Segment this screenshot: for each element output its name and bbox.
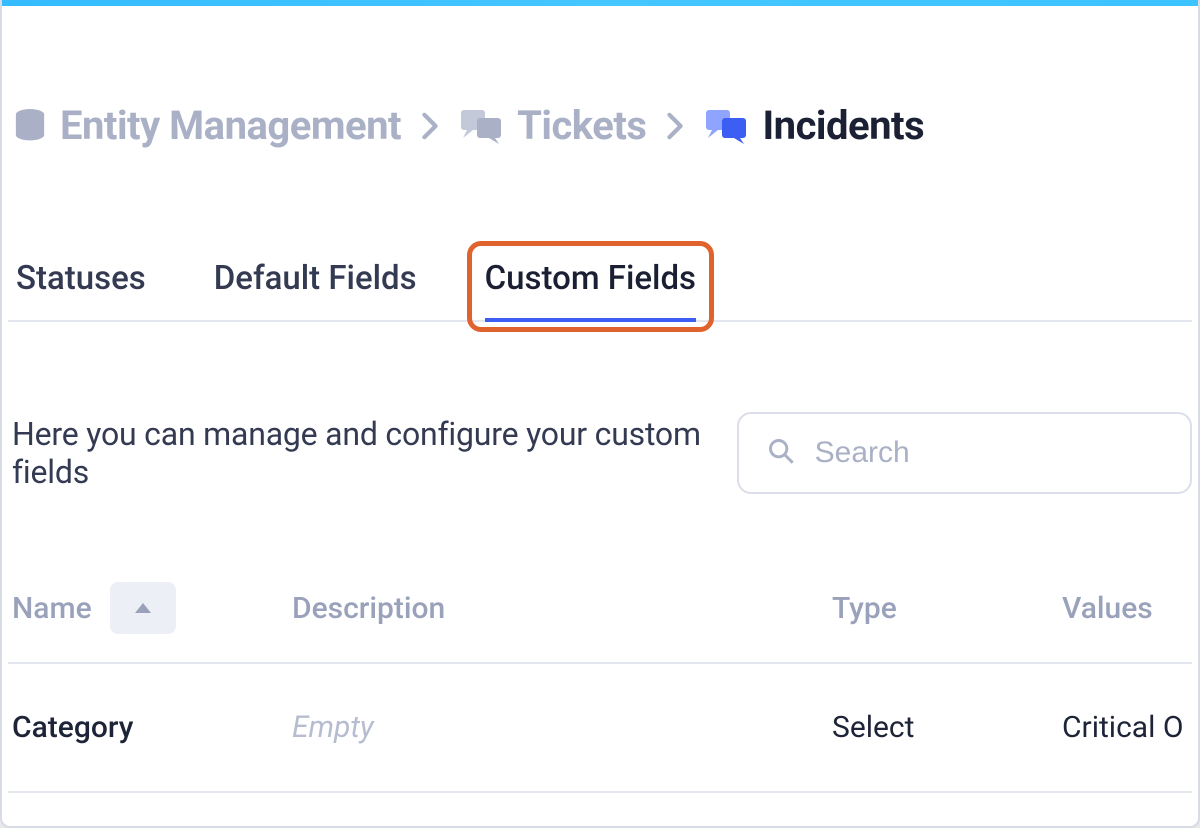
breadcrumb-label: Tickets <box>517 102 646 149</box>
breadcrumb: Entity Management Tickets <box>8 6 1192 149</box>
table-row[interactable]: Notes Empty Description N/A <box>8 791 1192 828</box>
page-content: Entity Management Tickets <box>2 6 1198 828</box>
column-header-label: Values <box>1062 591 1153 626</box>
column-header-label: Description <box>292 591 445 626</box>
breadcrumb-entity-management[interactable]: Entity Management <box>14 102 401 149</box>
tab-label: Statuses <box>16 259 146 298</box>
tab-custom-fields[interactable]: Custom Fields <box>485 259 696 320</box>
column-header-name[interactable]: Name <box>12 582 292 634</box>
custom-fields-table: Name Description Type Values Category Em… <box>8 582 1192 828</box>
search-input[interactable] <box>815 436 1162 470</box>
cell-values: Critical O <box>1062 710 1188 745</box>
database-icon <box>14 108 46 144</box>
tab-statuses[interactable]: Statuses <box>16 259 146 320</box>
table-row[interactable]: Category Empty Select Critical O <box>8 662 1192 791</box>
page-description: Here you can manage and configure your c… <box>12 415 717 491</box>
chevron-right-icon <box>421 112 439 140</box>
chat-icon <box>459 108 503 144</box>
chevron-right-icon <box>666 112 684 140</box>
tabs: Statuses Default Fields Custom Fields <box>8 259 1192 322</box>
sort-asc-icon <box>133 601 153 615</box>
cell-description: Empty <box>292 710 832 745</box>
breadcrumb-tickets[interactable]: Tickets <box>459 102 646 149</box>
chat-icon <box>704 108 748 144</box>
column-header-type[interactable]: Type <box>832 591 1062 626</box>
sort-asc-button[interactable] <box>110 582 176 634</box>
app-window: Entity Management Tickets <box>0 0 1200 828</box>
tab-label: Custom Fields <box>485 259 696 298</box>
breadcrumb-incidents[interactable]: Incidents <box>704 102 924 149</box>
breadcrumb-label: Incidents <box>762 102 924 149</box>
column-header-label: Name <box>12 591 92 626</box>
tab-default-fields[interactable]: Default Fields <box>214 259 417 320</box>
column-header-values[interactable]: Values <box>1062 591 1188 626</box>
search-input-container[interactable] <box>737 412 1192 494</box>
search-icon <box>767 437 795 469</box>
column-header-label: Type <box>832 591 897 626</box>
table-header: Name Description Type Values <box>8 582 1192 662</box>
tab-label: Default Fields <box>214 259 417 298</box>
column-header-description[interactable]: Description <box>292 591 832 626</box>
cell-type: Select <box>832 710 1062 745</box>
cell-name: Category <box>12 710 292 745</box>
breadcrumb-label: Entity Management <box>60 102 401 149</box>
description-row: Here you can manage and configure your c… <box>8 412 1192 494</box>
